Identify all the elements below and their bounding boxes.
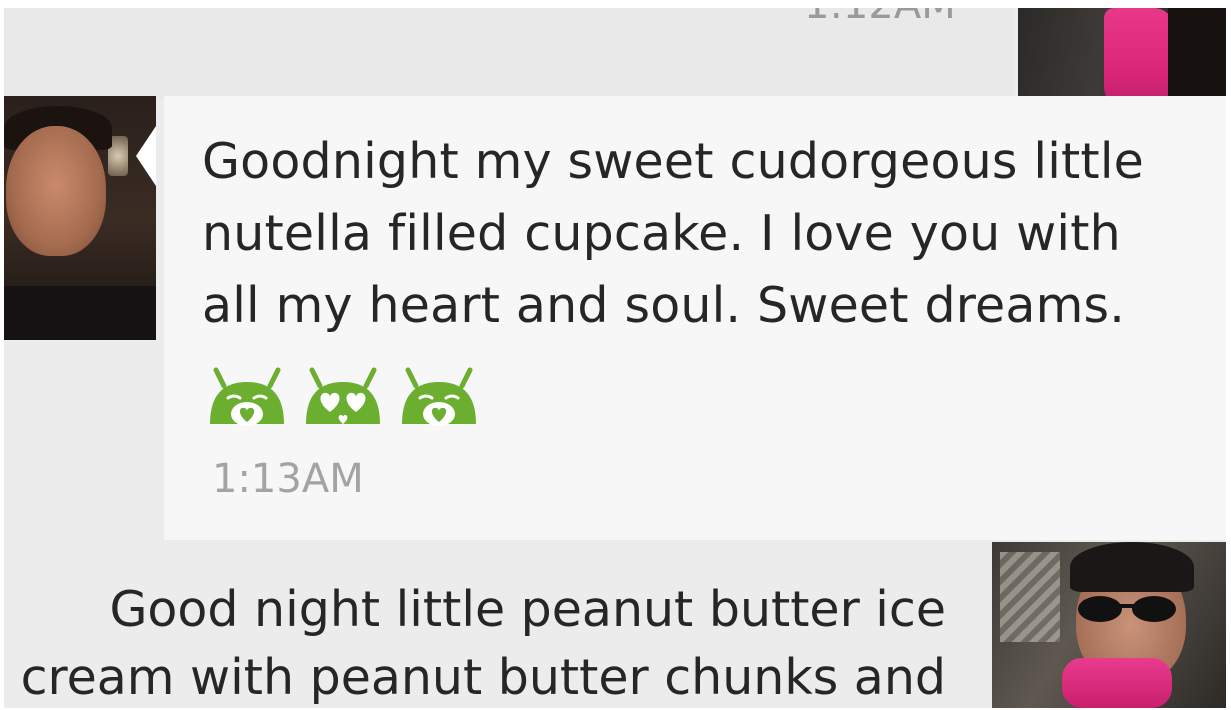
message-line: all my heart and soul. Sweet dreams. <box>202 277 1126 334</box>
contact-avatar-photo[interactable] <box>4 96 156 340</box>
android-kiss-emoticon <box>402 367 476 426</box>
sunglasses-graphic <box>1078 596 1176 622</box>
emoticon-row <box>206 364 480 434</box>
message-timestamp: 1:12AM <box>804 8 956 28</box>
chat-screen: 1:12AM Goodnight my sweet cudorgeous lit… <box>4 8 1226 708</box>
message-text: Goodnight my sweet cudorgeous little nut… <box>202 126 1212 342</box>
message-bubble-outgoing[interactable]: Good night little peanut butter ice crea… <box>4 550 986 708</box>
message-line: nutella filled cupcake. I love you with <box>202 205 1121 262</box>
android-hearts-emoticon <box>306 367 380 424</box>
message-text: Good night little peanut butter ice crea… <box>4 576 946 708</box>
bubble-pointer <box>136 126 156 186</box>
message-bubble-incoming[interactable]: Goodnight my sweet cudorgeous little nut… <box>164 96 1226 540</box>
message-timestamp: 1:13AM <box>212 456 364 502</box>
android-kiss-emoticon <box>210 367 284 426</box>
sender-avatar-photo[interactable] <box>992 542 1226 708</box>
message-line: Good night little peanut butter ice <box>109 581 946 638</box>
message-line: Goodnight my sweet cudorgeous little <box>202 133 1145 190</box>
message-line: cream with peanut butter chunks and <box>20 649 946 706</box>
message-bubble-outgoing-previous[interactable]: 1:12AM <box>4 8 1014 100</box>
